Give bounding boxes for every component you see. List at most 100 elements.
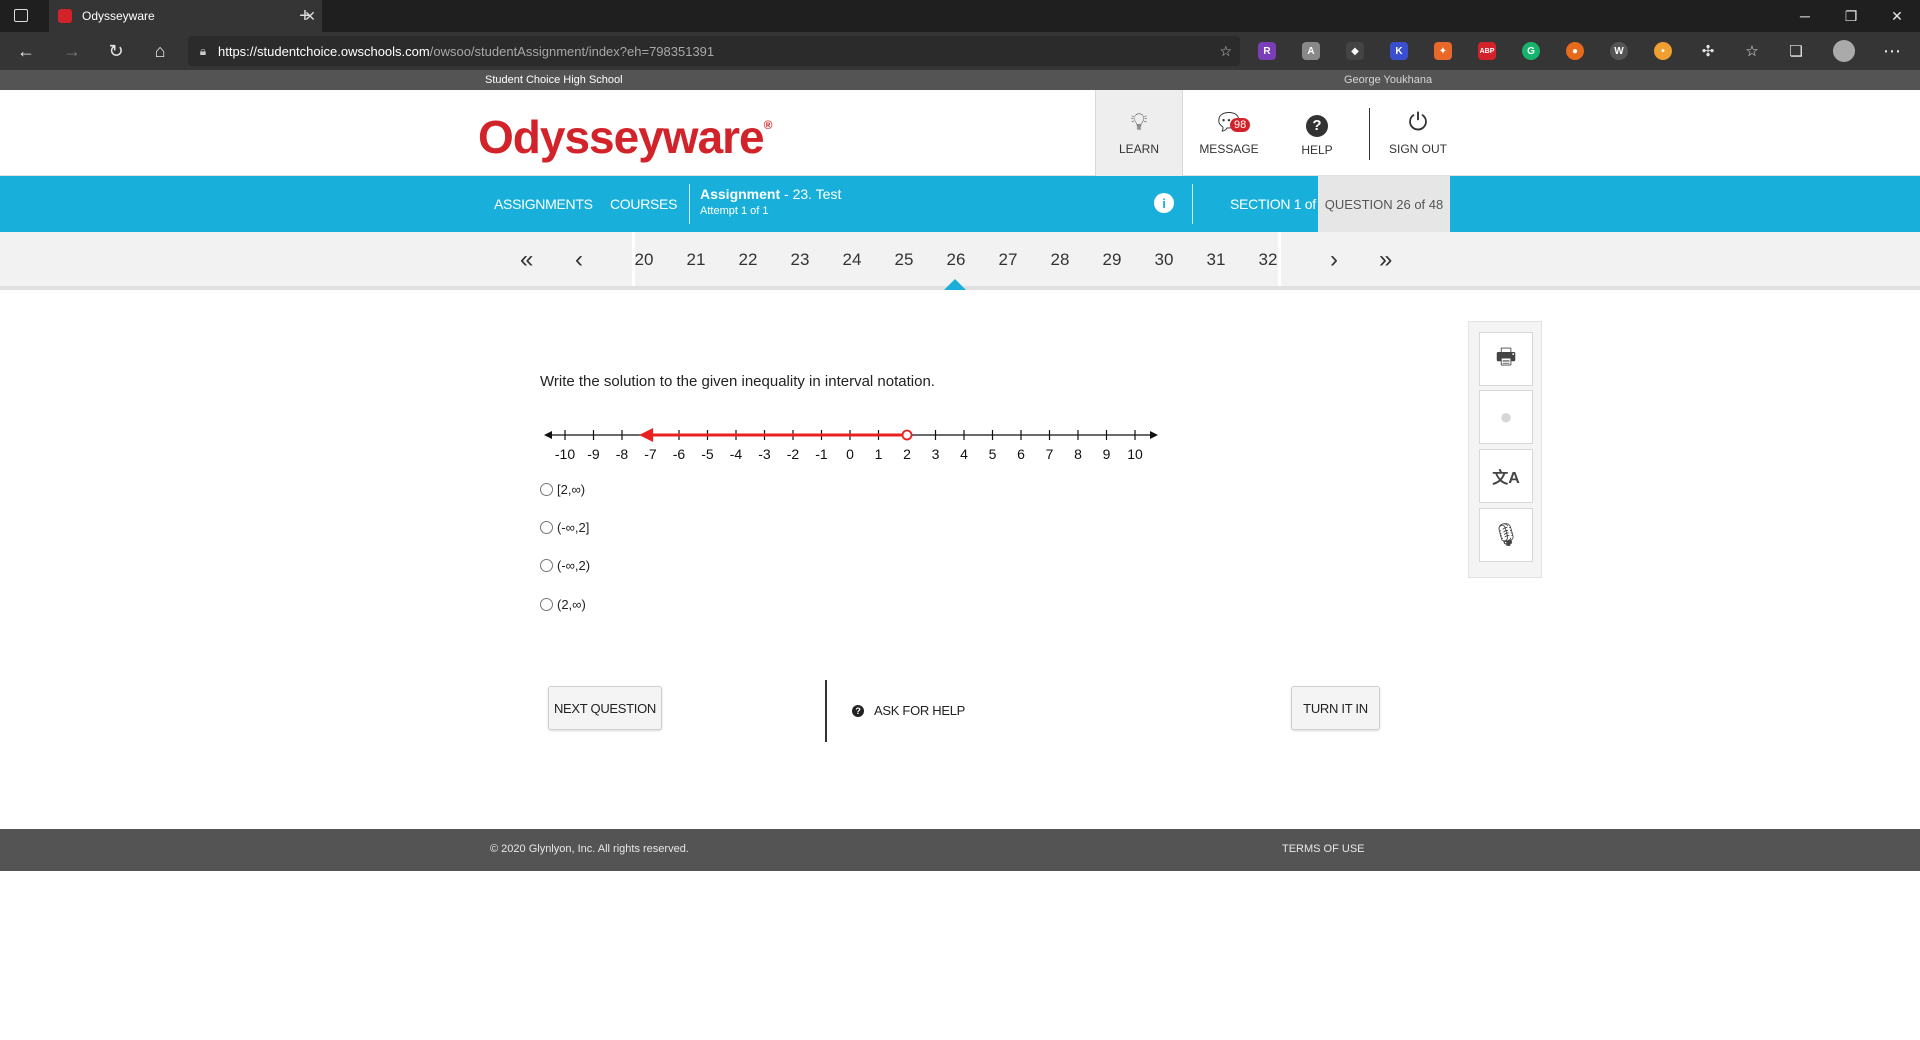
- url-path: /owsoo/studentAssignment/index?eh=798351…: [429, 43, 715, 59]
- browser-tab[interactable]: Odysseyware ✕: [49, 0, 322, 32]
- tick-label: 7: [1046, 446, 1054, 462]
- tick-label: -3: [758, 446, 771, 462]
- page-number[interactable]: 32: [1242, 250, 1294, 270]
- actions-divider: [825, 680, 827, 742]
- page-number-current[interactable]: 26: [930, 250, 982, 270]
- terms-of-use-link[interactable]: TERMS OF USE: [1282, 843, 1365, 855]
- extension-w-icon[interactable]: W: [1610, 42, 1628, 60]
- turn-it-in-button[interactable]: TURN IT IN: [1291, 686, 1380, 730]
- new-tab-icon[interactable]: +: [290, 0, 320, 32]
- message-label: MESSAGE: [1199, 142, 1259, 156]
- question-pager: « ‹ 20 21 22 23 24 25 26 27 28 29 30 31 …: [0, 232, 1920, 290]
- extension-r-icon[interactable]: R: [1258, 42, 1276, 60]
- tick-label: -2: [787, 446, 800, 462]
- page-number[interactable]: 25: [878, 250, 930, 270]
- tick-label: 6: [1017, 446, 1025, 462]
- answer-option[interactable]: (-∞,2): [540, 558, 590, 573]
- previous-page-icon[interactable]: ‹: [575, 246, 583, 274]
- assignment-name: - 23. Test: [780, 186, 842, 202]
- page-number[interactable]: 24: [826, 250, 878, 270]
- tick-label: 5: [989, 446, 997, 462]
- lock-icon: 🔒︎: [199, 43, 207, 58]
- page-number[interactable]: 31: [1190, 250, 1242, 270]
- courses-link[interactable]: COURSES: [610, 196, 677, 212]
- adblock-icon[interactable]: ABP: [1478, 42, 1496, 60]
- page-number[interactable]: 28: [1034, 250, 1086, 270]
- user-name: George Youkhana: [1344, 74, 1433, 86]
- tab-actions-icon[interactable]: [14, 9, 28, 22]
- ask-for-help-button[interactable]: ? ASK FOR HELP: [852, 703, 965, 718]
- page-number[interactable]: 27: [982, 250, 1034, 270]
- solution-ray-arrowhead: [639, 428, 654, 442]
- site-header: Odysseyware® 💡︎ LEARN 💬︎ 98 MESSAGE ? HE…: [0, 90, 1920, 176]
- next-page-icon[interactable]: ›: [1330, 246, 1338, 274]
- axis-left-arrowhead: [544, 431, 552, 439]
- settings-more-icon[interactable]: ⋯: [1874, 32, 1910, 70]
- help-button[interactable]: ? HELP: [1276, 90, 1358, 176]
- tick-label: -5: [701, 446, 714, 462]
- extensions-puzzle-icon[interactable]: ✣: [1690, 32, 1726, 70]
- minimize-icon[interactable]: ─: [1782, 0, 1828, 32]
- page-number[interactable]: 23: [774, 250, 826, 270]
- info-icon[interactable]: i: [1154, 193, 1174, 213]
- forward-icon[interactable]: →: [54, 32, 90, 70]
- translate-icon[interactable]: 文A: [1479, 449, 1533, 503]
- favorite-star-icon[interactable]: ☆: [1219, 43, 1232, 60]
- answer-radio[interactable]: [540, 598, 553, 611]
- help-label: HELP: [1301, 142, 1333, 157]
- learn-button[interactable]: 💡︎ LEARN: [1095, 90, 1183, 176]
- answer-radio[interactable]: [540, 483, 553, 496]
- browser-toolbar: ← → ↻ ⌂ 🔒︎ https://studentchoice.owschoo…: [0, 32, 1920, 70]
- tick-label: -8: [616, 446, 629, 462]
- url-host: https://studentchoice.owschools.com: [218, 43, 430, 59]
- collections-icon[interactable]: ❏: [1778, 32, 1814, 70]
- odysseyware-logo[interactable]: Odysseyware®: [478, 110, 772, 164]
- answer-option[interactable]: (2,∞): [540, 597, 586, 612]
- page-number[interactable]: 29: [1086, 250, 1138, 270]
- page-number[interactable]: 20: [618, 250, 670, 270]
- favorites-icon[interactable]: ☆: [1734, 32, 1770, 70]
- extension-orange-icon[interactable]: ✦: [1434, 42, 1452, 60]
- extension-honey-icon[interactable]: ●: [1566, 42, 1584, 60]
- extension-drop-icon[interactable]: •: [1654, 42, 1672, 60]
- print-icon[interactable]: 🖶: [1479, 332, 1533, 386]
- tick-label: -9: [587, 446, 600, 462]
- browser-tab-bar: Odysseyware ✕ + ─ ❐ ✕: [0, 0, 1920, 32]
- next-question-button[interactable]: NEXT QUESTION: [548, 686, 662, 730]
- answer-radio[interactable]: [540, 521, 553, 534]
- tick-label: 1: [875, 446, 883, 462]
- page-number[interactable]: 22: [722, 250, 774, 270]
- page-number[interactable]: 30: [1138, 250, 1190, 270]
- extension-a-icon[interactable]: A: [1302, 42, 1320, 60]
- first-page-icon[interactable]: «: [520, 246, 533, 274]
- power-icon: ⏻: [1408, 109, 1428, 136]
- tick-label: -4: [730, 446, 743, 462]
- extension-k-icon[interactable]: K: [1390, 42, 1408, 60]
- answer-option[interactable]: [2,∞): [540, 482, 585, 497]
- question-indicator: QUESTION 26 of 48: [1318, 176, 1450, 232]
- message-button[interactable]: 💬︎ 98 MESSAGE: [1186, 90, 1272, 176]
- answer-option[interactable]: (-∞,2]: [540, 520, 589, 535]
- header-divider: [1369, 108, 1370, 160]
- assignments-link[interactable]: ASSIGNMENTS: [494, 196, 593, 212]
- grammarly-icon[interactable]: G: [1522, 42, 1540, 60]
- tick-label: 9: [1103, 446, 1111, 462]
- microphone-icon[interactable]: 🎙︎: [1479, 508, 1533, 562]
- address-bar[interactable]: 🔒︎ https://studentchoice.owschools.com/o…: [188, 36, 1240, 66]
- answer-radio[interactable]: [540, 559, 553, 572]
- open-endpoint-circle: [901, 429, 913, 441]
- extension-shield-icon[interactable]: ◆: [1346, 42, 1364, 60]
- page-number[interactable]: 21: [670, 250, 722, 270]
- restore-icon[interactable]: ❐: [1828, 0, 1874, 32]
- answer-option-label: [2,∞): [557, 482, 586, 497]
- sign-out-button[interactable]: ⏻ SIGN OUT: [1372, 90, 1464, 176]
- globe-icon: ●: [1479, 390, 1533, 444]
- profile-avatar-icon[interactable]: [1826, 32, 1862, 70]
- home-icon[interactable]: ⌂: [142, 32, 178, 70]
- learn-label: LEARN: [1118, 142, 1159, 156]
- answer-option-label: (-∞,2): [557, 558, 591, 573]
- last-page-icon[interactable]: »: [1379, 246, 1392, 274]
- close-window-icon[interactable]: ✕: [1874, 0, 1920, 32]
- back-icon[interactable]: ←: [8, 32, 44, 70]
- refresh-icon[interactable]: ↻: [98, 32, 134, 70]
